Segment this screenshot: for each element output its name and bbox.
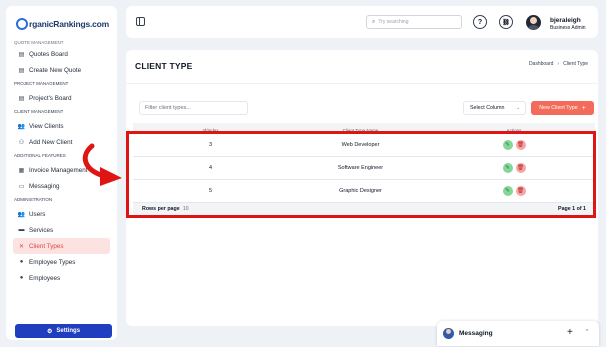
new-client-type-button[interactable]: New Client Type + — [531, 101, 594, 115]
select-column-label: Select Column — [470, 105, 505, 111]
avatar[interactable] — [526, 15, 541, 30]
sidebar-toggle-icon[interactable] — [136, 17, 145, 26]
briefcase-icon: ▬ — [18, 227, 25, 233]
sidebar-item-label: Services — [29, 226, 54, 234]
gear-icon: ⚙ — [46, 328, 53, 335]
breadcrumb-dashboard[interactable]: Dashboard — [529, 61, 553, 67]
logo[interactable]: rganicRankings.com — [16, 16, 109, 32]
section-administration: Administration — [14, 197, 53, 202]
sidebar-item-label: Users — [29, 210, 46, 218]
board-icon: ▤ — [18, 51, 25, 58]
user-name: bjeraleigh — [550, 17, 581, 24]
person-icon: ● — [19, 275, 24, 281]
sidebar-item-quotes-board[interactable]: ▤ Quotes Board — [13, 46, 110, 62]
messaging-label: Messaging — [459, 330, 493, 337]
new-client-type-label: New Client Type — [539, 105, 578, 111]
sidebar-item-label: Add New Client — [29, 138, 73, 146]
page-title: CLIENT TYPE — [135, 61, 193, 71]
chevron-up-icon[interactable]: ⌃ — [585, 329, 589, 335]
sidebar-item-view-clients[interactable]: 👥 View Clients — [13, 118, 110, 134]
annotation-arrow-icon — [82, 143, 122, 186]
board-icon: ▤ — [18, 95, 25, 102]
link-icon[interactable]: ⛓ — [499, 15, 513, 29]
sidebar-item-label: Employee Types — [29, 258, 76, 266]
plus-icon: + — [581, 104, 586, 112]
logo-text: rganicRankings.com — [29, 19, 110, 29]
sidebar-item-employee-types[interactable]: ● Employee Types — [13, 254, 110, 270]
section-client-management: Client Management — [14, 109, 64, 114]
sidebar-item-label: View Clients — [29, 122, 64, 130]
logo-mark-icon — [16, 18, 28, 30]
help-icon[interactable]: ? — [473, 15, 487, 29]
breadcrumb: Dashboard › Client Type — [529, 61, 588, 67]
plus-icon[interactable]: + — [567, 327, 573, 338]
person-icon: ● — [19, 259, 24, 265]
highlight-box — [126, 131, 596, 218]
users-icon: 👥 — [17, 211, 26, 218]
sidebar-item-label: Employees — [29, 274, 61, 282]
search-box[interactable]: ⌕ — [366, 15, 462, 29]
chat-icon: ▭ — [18, 183, 25, 190]
search-icon: ⌕ — [372, 18, 376, 25]
filter-input[interactable] — [139, 101, 248, 115]
sidebar-item-projects-board[interactable]: ▤ Project's Board — [13, 90, 110, 106]
messaging-widget[interactable]: Messaging + ⌃ — [437, 321, 599, 346]
sidebar-item-label: Client Types — [29, 242, 64, 250]
user-plus-icon: ⚇ — [18, 139, 25, 146]
sidebar-item-services[interactable]: ▬ Services — [13, 222, 110, 238]
sidebar-item-label: Messaging — [29, 182, 60, 190]
breadcrumb-current: Client Type — [563, 61, 588, 67]
messaging-avatar — [443, 328, 454, 339]
sidebar-item-employees[interactable]: ● Employees — [13, 270, 110, 286]
sidebar-item-users[interactable]: 👥 Users — [13, 206, 110, 222]
users-icon: 👥 — [17, 123, 26, 130]
board-icon: ▤ — [18, 67, 25, 74]
sidebar-item-create-quote[interactable]: ▤ Create New Quote — [13, 62, 110, 78]
divider — [126, 83, 598, 84]
chevron-right-icon: › — [557, 61, 560, 67]
invoice-icon: ▦ — [18, 167, 25, 174]
search-input[interactable] — [378, 19, 459, 25]
topbar: ⌕ ? ⛓ bjeraleigh Business Admin — [126, 6, 598, 38]
sidebar-item-label: Project's Board — [29, 94, 72, 102]
section-project-management: Project Management — [14, 81, 69, 86]
sidebar-item-label: Create New Quote — [29, 66, 82, 74]
close-icon: ✕ — [18, 243, 25, 250]
sidebar-item-label: Quotes Board — [29, 50, 68, 58]
sidebar-item-client-types[interactable]: ✕ Client Types — [13, 238, 110, 254]
user-role: Business Admin — [550, 25, 586, 31]
select-column-dropdown[interactable]: Select Column ⌄ — [463, 101, 526, 115]
settings-label: Settings — [56, 328, 81, 334]
settings-button[interactable]: ⚙ Settings — [15, 324, 112, 338]
chevron-down-icon: ⌄ — [516, 105, 520, 110]
